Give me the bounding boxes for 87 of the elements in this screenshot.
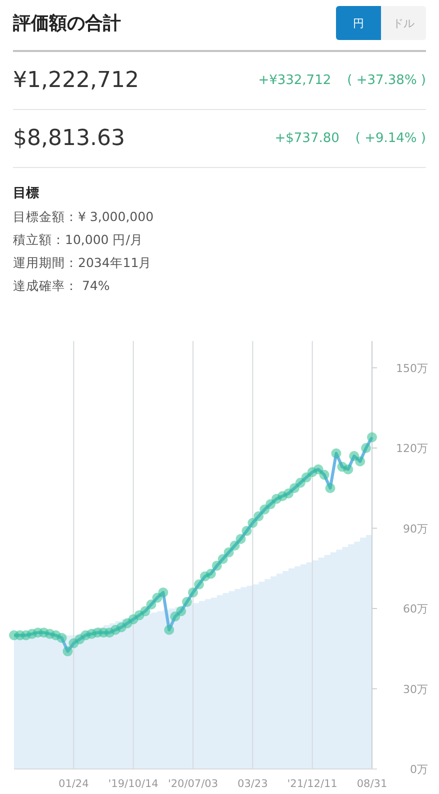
gain-amount: +$737.80 [274, 131, 340, 146]
gain-amount: +¥332,712 [258, 73, 332, 88]
data-point [295, 478, 306, 488]
data-point [80, 630, 91, 640]
data-point [349, 451, 360, 462]
y-tick-label: 120万 [396, 442, 428, 455]
data-point [266, 499, 276, 510]
data-point [140, 606, 150, 616]
data-point [170, 612, 180, 622]
data-point [9, 630, 19, 640]
total-amount: ¥1,222,712 [13, 68, 140, 93]
data-point [116, 622, 126, 632]
data-point [50, 630, 61, 640]
data-point [248, 518, 258, 528]
data-point [272, 494, 282, 504]
goal-detail: 運用期間：2034年11月 [13, 254, 153, 272]
data-point [152, 592, 162, 603]
data-point [313, 464, 324, 474]
data-point [62, 646, 73, 656]
data-point [86, 628, 97, 639]
goal-detail: 目標金額：¥ 3,000,000 [13, 208, 155, 226]
data-point [176, 606, 186, 616]
data-point [74, 634, 85, 644]
currency-tab[interactable]: 円 [336, 6, 381, 40]
y-tick-label: 150万 [396, 362, 428, 375]
data-point [325, 483, 336, 494]
data-point [68, 638, 79, 648]
y-tick-label: 60万 [403, 602, 428, 616]
data-point [44, 628, 55, 639]
data-point [56, 632, 67, 643]
total-amount: $8,813.63 [13, 126, 126, 151]
data-point [331, 448, 342, 458]
data-point [212, 560, 222, 571]
data-point [367, 432, 377, 442]
data-point [182, 596, 192, 607]
data-point [260, 504, 270, 515]
currency-tab[interactable]: ドル [381, 6, 426, 40]
data-point [134, 610, 144, 620]
data-point [337, 462, 348, 472]
y-tick-label: 0万 [410, 763, 428, 776]
gain-percent: ( +9.14% ) [355, 131, 426, 146]
data-point [343, 464, 354, 474]
data-point [110, 624, 120, 635]
data-point [38, 628, 49, 638]
data-point [26, 628, 37, 639]
data-point [14, 630, 25, 640]
data-point [146, 599, 156, 610]
data-point [128, 614, 138, 624]
data-point [301, 472, 312, 482]
goal-detail: 達成確率： 74% [13, 277, 111, 295]
data-point [218, 554, 228, 564]
data-point [355, 456, 366, 466]
data-point [32, 628, 43, 638]
data-point [242, 526, 252, 536]
data-point [104, 628, 114, 638]
x-tick-label: 03/23 [238, 778, 268, 790]
data-point [319, 470, 330, 480]
goal-title: 目標 [13, 185, 40, 202]
data-point [307, 467, 318, 478]
data-point [206, 568, 216, 579]
data-point [98, 628, 108, 638]
data-point [164, 624, 174, 635]
x-tick-label: '20/07/03 [168, 778, 218, 790]
x-tick-label: '19/10/14 [108, 778, 158, 790]
data-point [158, 587, 168, 598]
data-point [188, 587, 198, 598]
data-point [361, 443, 372, 453]
y-tick-label: 90万 [403, 522, 428, 536]
data-point [224, 547, 234, 558]
data-point [200, 571, 210, 582]
goal-detail: 積立額：10,000 円/月 [13, 231, 144, 249]
data-point [194, 579, 204, 590]
x-tick-label: 01/24 [58, 778, 89, 790]
data-point [20, 630, 31, 640]
x-tick-label: 08/31 [356, 778, 388, 790]
data-point [283, 488, 294, 498]
y-tick-label: 30万 [403, 682, 428, 696]
data-point [278, 491, 288, 502]
data-point [122, 618, 132, 628]
data-point [289, 483, 300, 494]
gain-percent: ( +37.38% ) [347, 73, 426, 88]
x-tick-label: '21/12/11 [287, 778, 338, 790]
data-point [254, 511, 264, 522]
data-point [92, 628, 103, 638]
page-title: 評価額の合計 [13, 12, 121, 35]
data-point [230, 540, 240, 551]
data-point [236, 534, 246, 544]
